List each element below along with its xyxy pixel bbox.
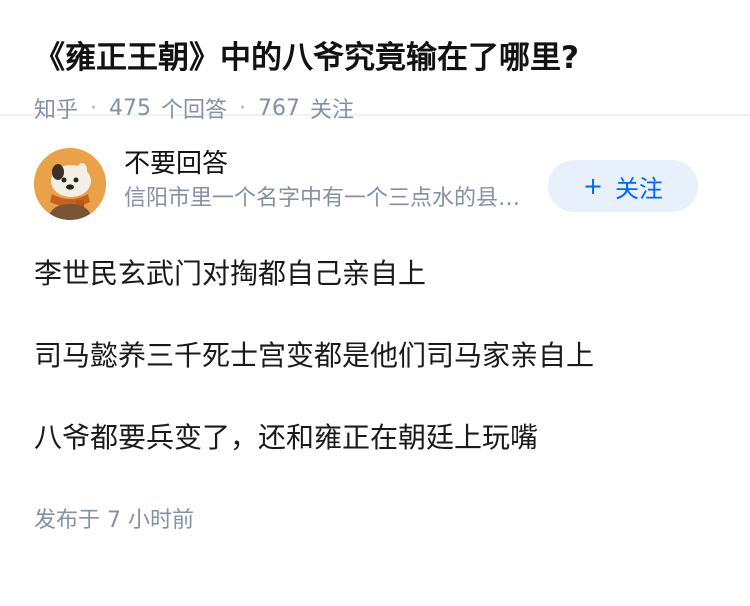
question-title[interactable]: 《雍正王朝》中的八爷究竟输在了哪里? <box>34 36 716 80</box>
answer-content: 李世民玄武门对掏都自己亲自上 司马懿养三千死士宫变都是他们司马家亲自上 八爷都要… <box>34 254 716 458</box>
publish-time: 发布于 7 小时前 <box>34 508 194 533</box>
author-info: 不要回答 信阳市里一个名字中有一个三点水的县城... <box>124 146 544 214</box>
answers-count[interactable]: 475 <box>109 96 151 121</box>
answers-label[interactable]: 个回答 <box>161 92 227 124</box>
answer-paragraph: 司马懿养三千死士宫变都是他们司马家亲自上 <box>34 339 595 372</box>
separator-dot-icon: · <box>90 95 98 121</box>
avatar-illustration-icon <box>34 148 106 220</box>
followers-count[interactable]: 767 <box>258 96 300 121</box>
source-label[interactable]: 知乎 <box>34 92 78 124</box>
question-meta: 知乎 · 475 个回答 · 767 关注 <box>34 92 716 124</box>
followers-label[interactable]: 关注 <box>310 92 354 124</box>
answer-paragraph: 李世民玄武门对掏都自己亲自上 <box>34 257 427 290</box>
separator-dot-icon: · <box>239 95 247 121</box>
question-header: 《雍正王朝》中的八爷究竟输在了哪里? 知乎 · 475 个回答 · 767 关注 <box>0 0 750 123</box>
answer-card: 不要回答 信阳市里一个名字中有一个三点水的县城... + 关注 李世民玄武门对掏… <box>0 146 750 534</box>
follow-button-label: 关注 <box>615 174 664 203</box>
answer-page: 《雍正王朝》中的八爷究竟输在了哪里? 知乎 · 475 个回答 · 767 关注 <box>0 0 750 606</box>
author-name[interactable]: 不要回答 <box>124 146 544 182</box>
author-row: 不要回答 信阳市里一个名字中有一个三点水的县城... + 关注 <box>34 146 716 256</box>
plus-icon: + <box>582 172 604 200</box>
author-bio: 信阳市里一个名字中有一个三点水的县城... <box>124 186 536 211</box>
follow-button[interactable]: + 关注 <box>548 160 698 212</box>
avatar[interactable] <box>34 148 106 220</box>
answer-paragraph: 八爷都要兵变了，还和雍正在朝廷上玩嘴 <box>34 421 539 454</box>
